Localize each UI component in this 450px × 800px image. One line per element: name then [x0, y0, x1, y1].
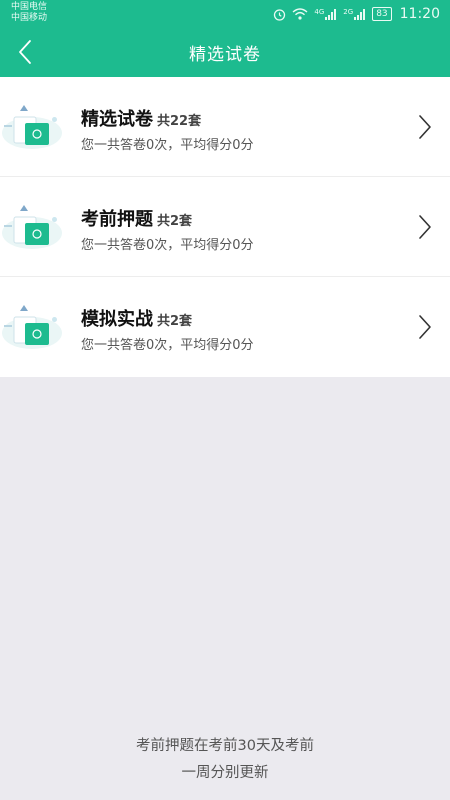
paper-illustration-icon — [2, 205, 62, 249]
item-subtitle: 您一共答卷0次，平均得分0分 — [81, 338, 254, 353]
network-type-1: 4G — [314, 7, 325, 16]
alarm-icon — [274, 8, 286, 21]
battery-indicator: 83 — [372, 7, 392, 21]
item-title: 模拟实战 共2套 — [81, 305, 192, 331]
item-subtitle: 您一共答卷0次，平均得分0分 — [81, 138, 254, 153]
paper-illustration-icon — [2, 305, 62, 349]
signal-2: 2G — [343, 7, 366, 20]
update-note-line-1: 考前押题在考前30天及考前 — [136, 738, 314, 754]
item-title: 精选试卷 共22套 — [81, 105, 201, 131]
paper-list: 精选试卷 共22套 您一共答卷0次，平均得分0分 考前押题 共2套 您一共答卷0次，… — [0, 77, 450, 377]
list-item-exam-predictions[interactable]: 考前押题 共2套 您一共答卷0次，平均得分0分 — [0, 177, 450, 277]
chevron-right-icon — [419, 315, 431, 339]
item-title-text: 模拟实战 — [81, 309, 153, 330]
item-title: 考前押题 共2套 — [81, 205, 192, 231]
status-time: 11:20 — [399, 6, 440, 22]
carrier-info: 中国电信 中国移动 — [11, 2, 47, 24]
list-item-selected-papers[interactable]: 精选试卷 共22套 您一共答卷0次，平均得分0分 — [0, 77, 450, 177]
signal-bars-icon — [354, 8, 366, 20]
wifi-icon — [292, 8, 308, 20]
item-count: 共2套 — [157, 314, 193, 329]
status-bar: 中国电信 中国移动 4G 2G 83 11:20 — [0, 0, 450, 28]
item-title-text: 精选试卷 — [81, 109, 153, 130]
chevron-right-icon — [419, 115, 431, 139]
update-note: 考前押题在考前30天及考前 一周分别更新 — [0, 733, 450, 787]
list-item-mock-exam[interactable]: 模拟实战 共2套 您一共答卷0次，平均得分0分 — [0, 277, 450, 377]
item-subtitle: 您一共答卷0次，平均得分0分 — [81, 238, 254, 253]
item-count: 共2套 — [157, 214, 193, 229]
chevron-right-icon — [419, 215, 431, 239]
signal-bars-icon — [325, 8, 337, 20]
page-title: 精选试卷 — [189, 45, 261, 65]
update-note-line-2: 一周分别更新 — [181, 765, 269, 781]
status-icons: 4G 2G 83 11:20 — [273, 6, 440, 22]
item-count: 共22套 — [157, 114, 202, 129]
paper-illustration-icon — [2, 105, 62, 149]
carrier-2: 中国移动 — [11, 13, 48, 23]
carrier-1: 中国电信 — [11, 2, 48, 12]
item-title-text: 考前押题 — [81, 209, 153, 230]
header-bar: 中国电信 中国移动 4G 2G 83 11:20 精选试卷 — [0, 0, 450, 77]
network-type-2: 2G — [343, 7, 354, 16]
signal-1: 4G — [314, 7, 337, 20]
